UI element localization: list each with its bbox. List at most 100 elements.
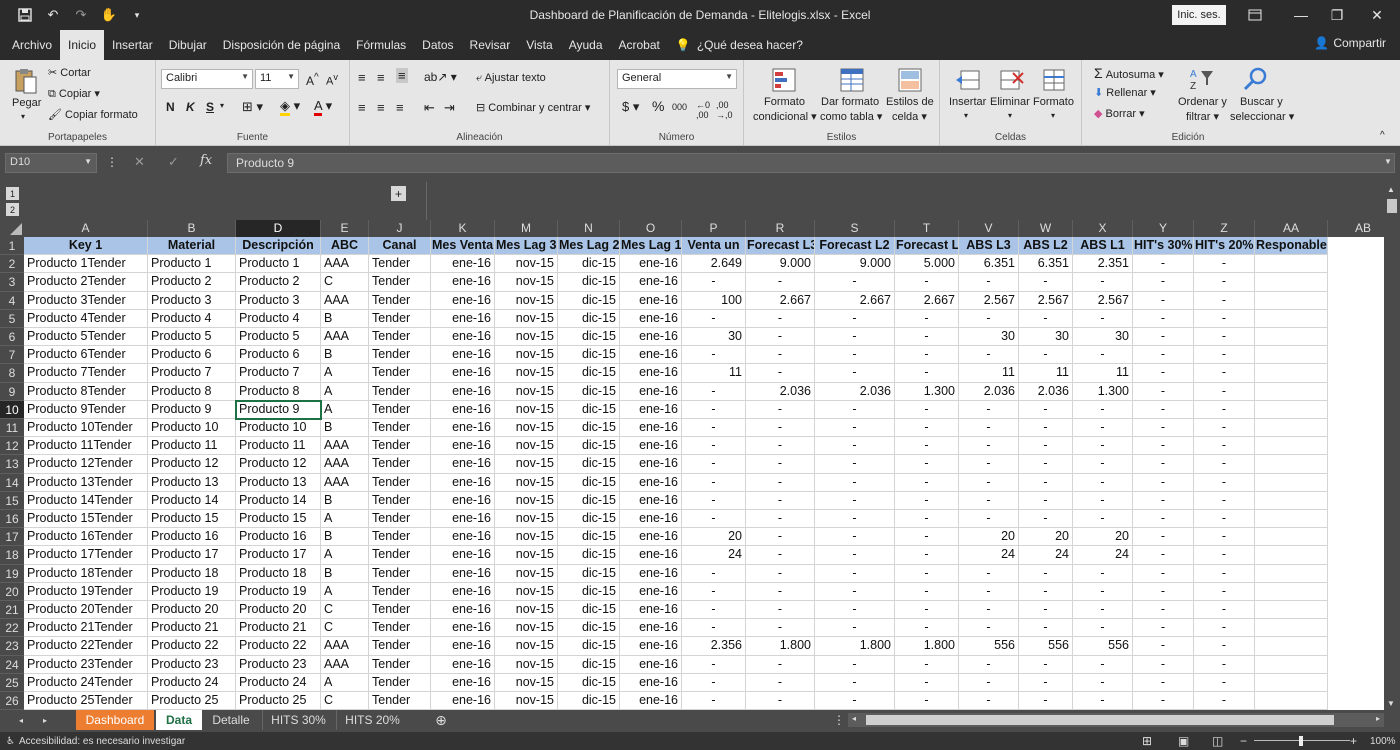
table-cell[interactable]: - [682, 564, 746, 583]
sort-filter-icon[interactable]: AZ [1186, 64, 1216, 94]
table-cell[interactable]: - [1073, 400, 1133, 419]
table-cell[interactable]: - [1133, 546, 1194, 565]
table-cell[interactable]: - [815, 582, 895, 601]
table-cell[interactable]: dic-15 [558, 564, 620, 583]
table-cell[interactable]: - [682, 309, 746, 328]
table-cell[interactable]: Producto 5 [236, 328, 321, 347]
table-cell[interactable]: - [895, 309, 959, 328]
table-cell[interactable] [1255, 328, 1328, 347]
table-cell[interactable]: 2.356 [682, 637, 746, 656]
cells-area[interactable]: Key 1 Material Descripción ABC Canal Mes Vent… [24, 237, 1384, 710]
table-cell[interactable]: 1.300 [895, 382, 959, 401]
tell-me-search[interactable]: 💡 ¿Qué desea hacer? [668, 30, 811, 60]
table-cell[interactable]: - [815, 528, 895, 547]
table-cell[interactable]: - [959, 673, 1019, 692]
row-header[interactable]: 3 [0, 273, 24, 292]
table-cell[interactable]: Producto 7 [148, 364, 236, 383]
row-header[interactable]: 5 [0, 309, 24, 328]
table-cell[interactable]: ene-16 [431, 673, 495, 692]
table-cell[interactable]: - [895, 364, 959, 383]
table-cell[interactable] [1255, 400, 1328, 419]
table-cell[interactable]: dic-15 [558, 309, 620, 328]
grow-font-icon[interactable]: A^ [306, 72, 319, 88]
table-cell[interactable]: ene-16 [620, 564, 682, 583]
shrink-font-icon[interactable]: Av [326, 72, 338, 88]
table-cell[interactable]: - [895, 619, 959, 638]
table-cell[interactable]: dic-15 [558, 382, 620, 401]
table-cell[interactable]: - [1133, 437, 1194, 456]
table-cell[interactable]: ene-16 [620, 528, 682, 547]
table-cell[interactable]: - [1194, 309, 1255, 328]
table-cell[interactable]: Producto 24 [236, 673, 321, 692]
table-cell[interactable]: Producto 6 [148, 346, 236, 365]
table-cell[interactable]: - [1019, 473, 1073, 492]
table-cell[interactable]: 20 [1073, 528, 1133, 547]
table-cell[interactable]: - [682, 510, 746, 529]
confirm-entry-icon[interactable]: ✓ [168, 154, 179, 170]
format-cells-icon[interactable] [1040, 66, 1068, 94]
table-cell[interactable]: Producto 12 [148, 455, 236, 474]
table-cell[interactable]: - [815, 546, 895, 565]
table-cell[interactable]: - [1194, 400, 1255, 419]
table-cell[interactable]: ene-16 [431, 546, 495, 565]
row-header[interactable]: 24 [0, 655, 24, 674]
row-header[interactable]: 2 [0, 255, 24, 274]
table-cell[interactable]: - [959, 510, 1019, 529]
table-cell[interactable]: Tender [369, 619, 431, 638]
table-cell[interactable]: - [682, 400, 746, 419]
table-cell[interactable]: - [682, 582, 746, 601]
align-right-icon[interactable]: ≡ [396, 100, 404, 115]
column-header[interactable]: T [895, 220, 959, 237]
table-cell[interactable]: A [321, 510, 369, 529]
table-cell[interactable]: 24 [1073, 546, 1133, 565]
table-cell[interactable]: 6.351 [1019, 255, 1073, 274]
table-cell[interactable]: dic-15 [558, 437, 620, 456]
table-cell[interactable]: 556 [959, 637, 1019, 656]
column-header[interactable]: J [369, 220, 431, 237]
scroll-right-icon[interactable]: ▸ [1376, 714, 1380, 723]
table-cell[interactable]: Producto 15 [148, 510, 236, 529]
header-cell[interactable]: Mes Lag 3 [495, 237, 558, 256]
normal-view-icon[interactable]: ⊞ [1142, 734, 1152, 748]
row-header[interactable]: 7 [0, 346, 24, 365]
table-cell[interactable]: nov-15 [495, 528, 558, 547]
table-cell[interactable] [1255, 455, 1328, 474]
zoom-out-icon[interactable]: − [1240, 734, 1247, 748]
table-cell[interactable]: - [1019, 510, 1073, 529]
table-cell[interactable]: - [1194, 382, 1255, 401]
table-cell[interactable]: Tender [369, 309, 431, 328]
table-cell[interactable]: 30 [1019, 328, 1073, 347]
table-cell[interactable]: Producto 19Tender [24, 582, 148, 601]
table-cell[interactable]: A [321, 364, 369, 383]
header-cell[interactable]: Venta un [682, 237, 746, 256]
table-cell[interactable]: Tender [369, 291, 431, 310]
table-cell[interactable]: - [682, 419, 746, 438]
italic-button[interactable]: K [186, 100, 195, 114]
table-cell[interactable]: 1.300 [1073, 382, 1133, 401]
zoom-slider-thumb[interactable] [1299, 736, 1303, 746]
table-cell[interactable]: nov-15 [495, 692, 558, 710]
column-header[interactable]: S [815, 220, 895, 237]
column-header[interactable]: N [558, 220, 620, 237]
table-cell[interactable]: ene-16 [431, 273, 495, 292]
table-cell[interactable]: 2.649 [682, 255, 746, 274]
table-cell[interactable] [1255, 419, 1328, 438]
table-cell[interactable]: 30 [682, 328, 746, 347]
row-header[interactable]: 15 [0, 491, 24, 510]
collapse-ribbon-icon[interactable]: ^ [1380, 130, 1385, 141]
table-cell[interactable]: - [682, 673, 746, 692]
table-cell[interactable]: - [815, 510, 895, 529]
table-cell[interactable]: - [815, 328, 895, 347]
table-cell[interactable]: ene-16 [620, 273, 682, 292]
table-cell[interactable]: - [1019, 601, 1073, 620]
table-cell[interactable]: - [895, 546, 959, 565]
zoom-in-icon[interactable]: + [1350, 734, 1357, 748]
table-cell[interactable]: dic-15 [558, 419, 620, 438]
find-select-icon[interactable] [1240, 64, 1270, 94]
format-as-table-label[interactable]: Dar formato [821, 96, 879, 108]
table-cell[interactable] [1255, 364, 1328, 383]
table-cell[interactable]: - [682, 601, 746, 620]
table-cell[interactable]: ene-16 [431, 491, 495, 510]
column-header[interactable]: D [236, 220, 321, 237]
table-cell[interactable]: dic-15 [558, 346, 620, 365]
